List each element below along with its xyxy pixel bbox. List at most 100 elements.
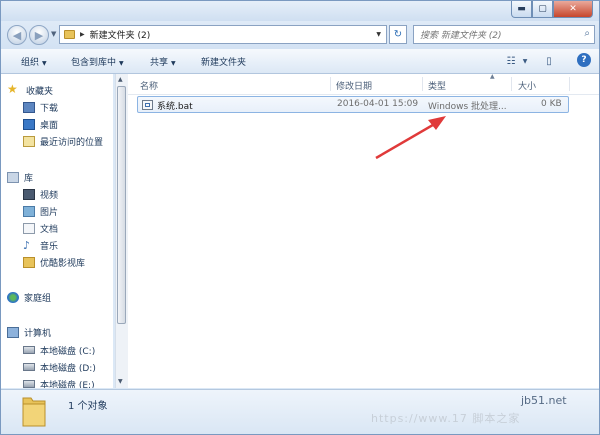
back-button[interactable]: ◀ [7,25,27,45]
dropdown-arrow-icon: ▼ [522,57,528,65]
view-dropdown-button[interactable]: ▼ [520,53,530,69]
column-divider[interactable] [330,77,331,91]
maximize-button[interactable]: ▢ [532,1,553,18]
nav-item-label: 文档 [40,224,59,235]
scroll-up-arrow-icon[interactable]: ▲ [118,76,123,83]
nav-computer[interactable]: 计算机 [7,324,51,340]
documents-icon [23,222,35,234]
scroll-down-arrow-icon[interactable]: ▼ [118,378,123,385]
drive-icon [23,380,35,388]
organize-menu[interactable]: 组织 ▼ [21,55,47,68]
recent-pages-dropdown[interactable]: ▼ [51,30,56,38]
watermark-url: https://www.17 脚本之家 [371,412,521,425]
search-input[interactable] [418,27,577,44]
video-icon [23,188,35,200]
nav-item-drive-e[interactable]: 本地磁盘 (E:) [23,376,95,388]
breadcrumb-chevron-icon[interactable]: ▶ [80,31,85,38]
annotation-arrow [375,116,446,160]
preview-pane-button[interactable]: ▯ [542,53,556,69]
nav-item-label: 优酷影视库 [40,258,86,269]
nav-item-drive-d[interactable]: 本地磁盘 (D:) [23,359,96,375]
column-divider[interactable] [569,77,570,91]
breadcrumb-current-folder[interactable]: 新建文件夹 (2) [90,28,151,41]
dropdown-arrow-icon: ▼ [42,60,47,67]
nav-item-drive-c[interactable]: 本地磁盘 (C:) [23,342,95,358]
minimize-button[interactable]: ▬ [511,1,532,18]
column-divider[interactable] [511,77,512,91]
file-list-pane: 名称 修改日期 类型 ▲ 大小 系统.bat 2016-04-01 15:09 … [128,73,599,388]
file-size: 0 KB [541,99,562,109]
column-header-name[interactable]: 名称 [140,79,158,92]
new-folder-label: 新建文件夹 [201,58,247,68]
refresh-button[interactable]: ↻ [389,25,407,44]
nav-homegroup[interactable]: 家庭组 [7,289,51,305]
nav-item-videos[interactable]: 视频 [23,186,58,202]
drive-icon [23,346,35,354]
nav-item-downloads[interactable]: 下载 [23,99,58,115]
column-header-type[interactable]: 类型 [428,79,446,92]
nav-item-music[interactable]: ♪ 音乐 [23,237,58,253]
nav-scrollbar-thumb[interactable] [117,86,126,324]
search-box[interactable]: ⌕ [413,25,595,44]
forward-button[interactable]: ▶ [29,25,49,45]
include-library-label: 包含到库中 [71,58,117,68]
nav-item-documents[interactable]: 文档 [23,220,58,236]
nav-scrollbar[interactable]: ▲ ▼ [115,74,128,388]
explorer-window: ▬ ▢ ✕ ◀ ▶ ▼ ▶ 新建文件夹 (2) ▼ ↻ ⌕ 组织▼ 包含到库中▼… [0,0,600,435]
address-row: ◀ ▶ ▼ ▶ 新建文件夹 (2) ▼ ↻ ⌕ [1,21,599,49]
drive-icon [23,363,35,371]
address-history-dropdown-icon[interactable]: ▼ [376,31,381,38]
view-options-button[interactable]: ☷ [504,53,518,69]
nav-item-recent-places[interactable]: 最近访问的位置 [23,133,103,149]
nav-item-label: 视频 [40,190,59,201]
annotation-arrow-head [428,116,446,130]
new-folder-button[interactable]: 新建文件夹 [201,55,246,68]
include-in-library-menu[interactable]: 包含到库中 ▼ [71,55,124,68]
back-arrow-icon: ◀ [12,28,22,42]
dropdown-arrow-icon: ▼ [119,60,124,67]
file-type: Windows 批处理... [428,102,507,112]
library-icon [7,171,19,183]
nav-item-youku-library[interactable]: 优酷影视库 [23,254,85,270]
nav-item-desktop[interactable]: 桌面 [23,116,58,132]
column-header-modified[interactable]: 修改日期 [336,79,372,92]
close-button[interactable]: ✕ [553,1,593,18]
sort-indicator-icon: ▲ [490,73,495,80]
annotation-arrow-shaft [375,120,439,160]
share-label: 共享 [150,58,169,68]
column-headers: 名称 修改日期 类型 ▲ 大小 [128,73,599,95]
file-name: 系统.bat [157,102,193,112]
nav-item-label: 本地磁盘 (C:) [40,346,96,357]
share-menu[interactable]: 共享 ▼ [150,55,176,68]
view-list-icon: ☷ [506,55,516,67]
help-button[interactable]: ? [577,53,591,67]
nav-computer-label: 计算机 [24,328,52,339]
file-row[interactable]: 系统.bat 2016-04-01 15:09 Windows 批处理... 0… [137,96,569,113]
watermark-site: jb51.net [521,394,567,407]
pictures-icon [23,205,35,217]
command-bar: 组织 ▼ 包含到库中 ▼ 共享 ▼ 新建文件夹 ☷ ▼ ▯ ? [1,49,599,74]
navigation-pane: ★ 收藏夹 下载 桌面 最近访问的位置 库 视频 图片 文档 ♪ 音乐 优酷影视… [1,74,113,388]
details-pane: 1 个对象 jb51.net https://www.17 脚本之家 [1,389,599,434]
nav-libraries[interactable]: 库 [7,169,33,185]
search-icon[interactable]: ⌕ [584,28,590,39]
caption-buttons: ▬ ▢ ✕ [511,1,593,19]
nav-item-label: 最近访问的位置 [40,137,104,148]
nav-item-pictures[interactable]: 图片 [23,203,58,219]
column-header-size[interactable]: 大小 [518,79,536,92]
address-bar[interactable]: ▶ 新建文件夹 (2) ▼ [59,25,387,44]
column-divider[interactable] [422,77,423,91]
recent-places-icon [23,135,35,147]
star-icon: ★ [7,82,18,96]
nav-libraries-label: 库 [24,173,34,184]
help-icon: ? [581,55,587,65]
nav-item-label: 桌面 [40,120,59,131]
nav-favorites[interactable]: ★ 收藏夹 [7,82,53,98]
folder-large-icon [22,397,46,427]
desktop-icon [23,118,35,130]
refresh-icon: ↻ [393,29,403,40]
preview-pane-icon: ▯ [546,55,552,67]
homegroup-icon [7,291,19,303]
computer-icon [7,326,19,338]
forward-arrow-icon: ▶ [34,28,44,42]
